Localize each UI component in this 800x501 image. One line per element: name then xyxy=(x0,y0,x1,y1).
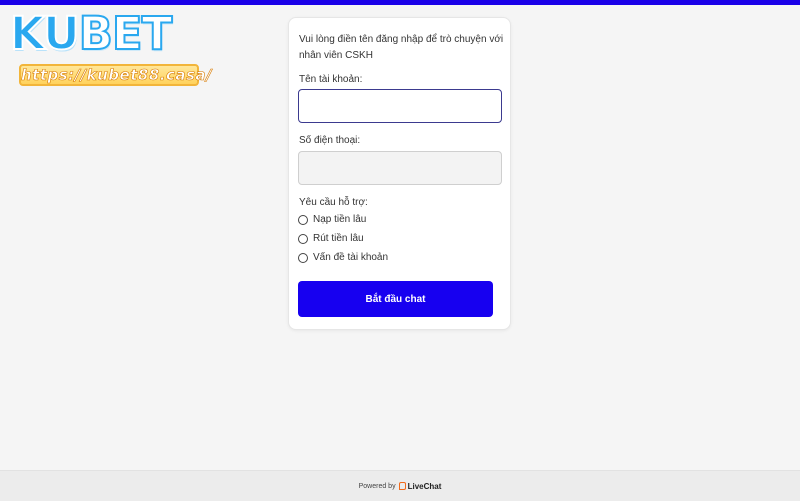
radio-option-account-issue[interactable]: Vấn đề tài khoản xyxy=(298,251,388,265)
radio-button[interactable] xyxy=(298,215,308,225)
phone-input[interactable] xyxy=(298,151,502,185)
livechat-icon xyxy=(398,482,406,490)
radio-option-label: Rút tiền lâu xyxy=(313,233,364,244)
logo-bet: BET xyxy=(78,7,174,60)
top-accent-bar xyxy=(0,0,800,5)
radio-option-slow-withdrawal[interactable]: Rút tiền lâu xyxy=(298,232,364,246)
start-chat-button[interactable]: Bắt đầu chat xyxy=(298,281,493,317)
radio-option-slow-deposit[interactable]: Nạp tiền lâu xyxy=(298,213,366,227)
support-request-label: Yêu cầu hỗ trợ: xyxy=(299,197,368,208)
kubet-logo: KUBET https://kubet88.casa/ xyxy=(8,7,218,86)
powered-by-text: Powered by xyxy=(358,482,396,490)
phone-label: Số điện thoại: xyxy=(299,135,361,146)
radio-option-label: Nạp tiền lâu xyxy=(313,214,367,225)
radio-option-label: Vấn đề tài khoản xyxy=(313,252,389,263)
prechat-form-card: Vui lòng điền tên đăng nhập để trò chuyệ… xyxy=(288,17,511,330)
radio-button[interactable] xyxy=(298,253,308,263)
logo-url-badge: https://kubet88.casa/ xyxy=(19,64,212,86)
radio-button[interactable] xyxy=(298,234,308,244)
logo-wordmark: KUBET xyxy=(9,7,174,60)
username-input[interactable] xyxy=(298,89,502,123)
footer-powered-by: Powered by LiveChat xyxy=(0,470,800,501)
livechat-brand-link[interactable]: LiveChat xyxy=(408,482,442,491)
username-label: Tên tài khoản: xyxy=(299,74,363,85)
logo-ku: KU xyxy=(9,7,81,60)
form-intro-text: Vui lòng điền tên đăng nhập để trò chuyệ… xyxy=(299,34,504,61)
